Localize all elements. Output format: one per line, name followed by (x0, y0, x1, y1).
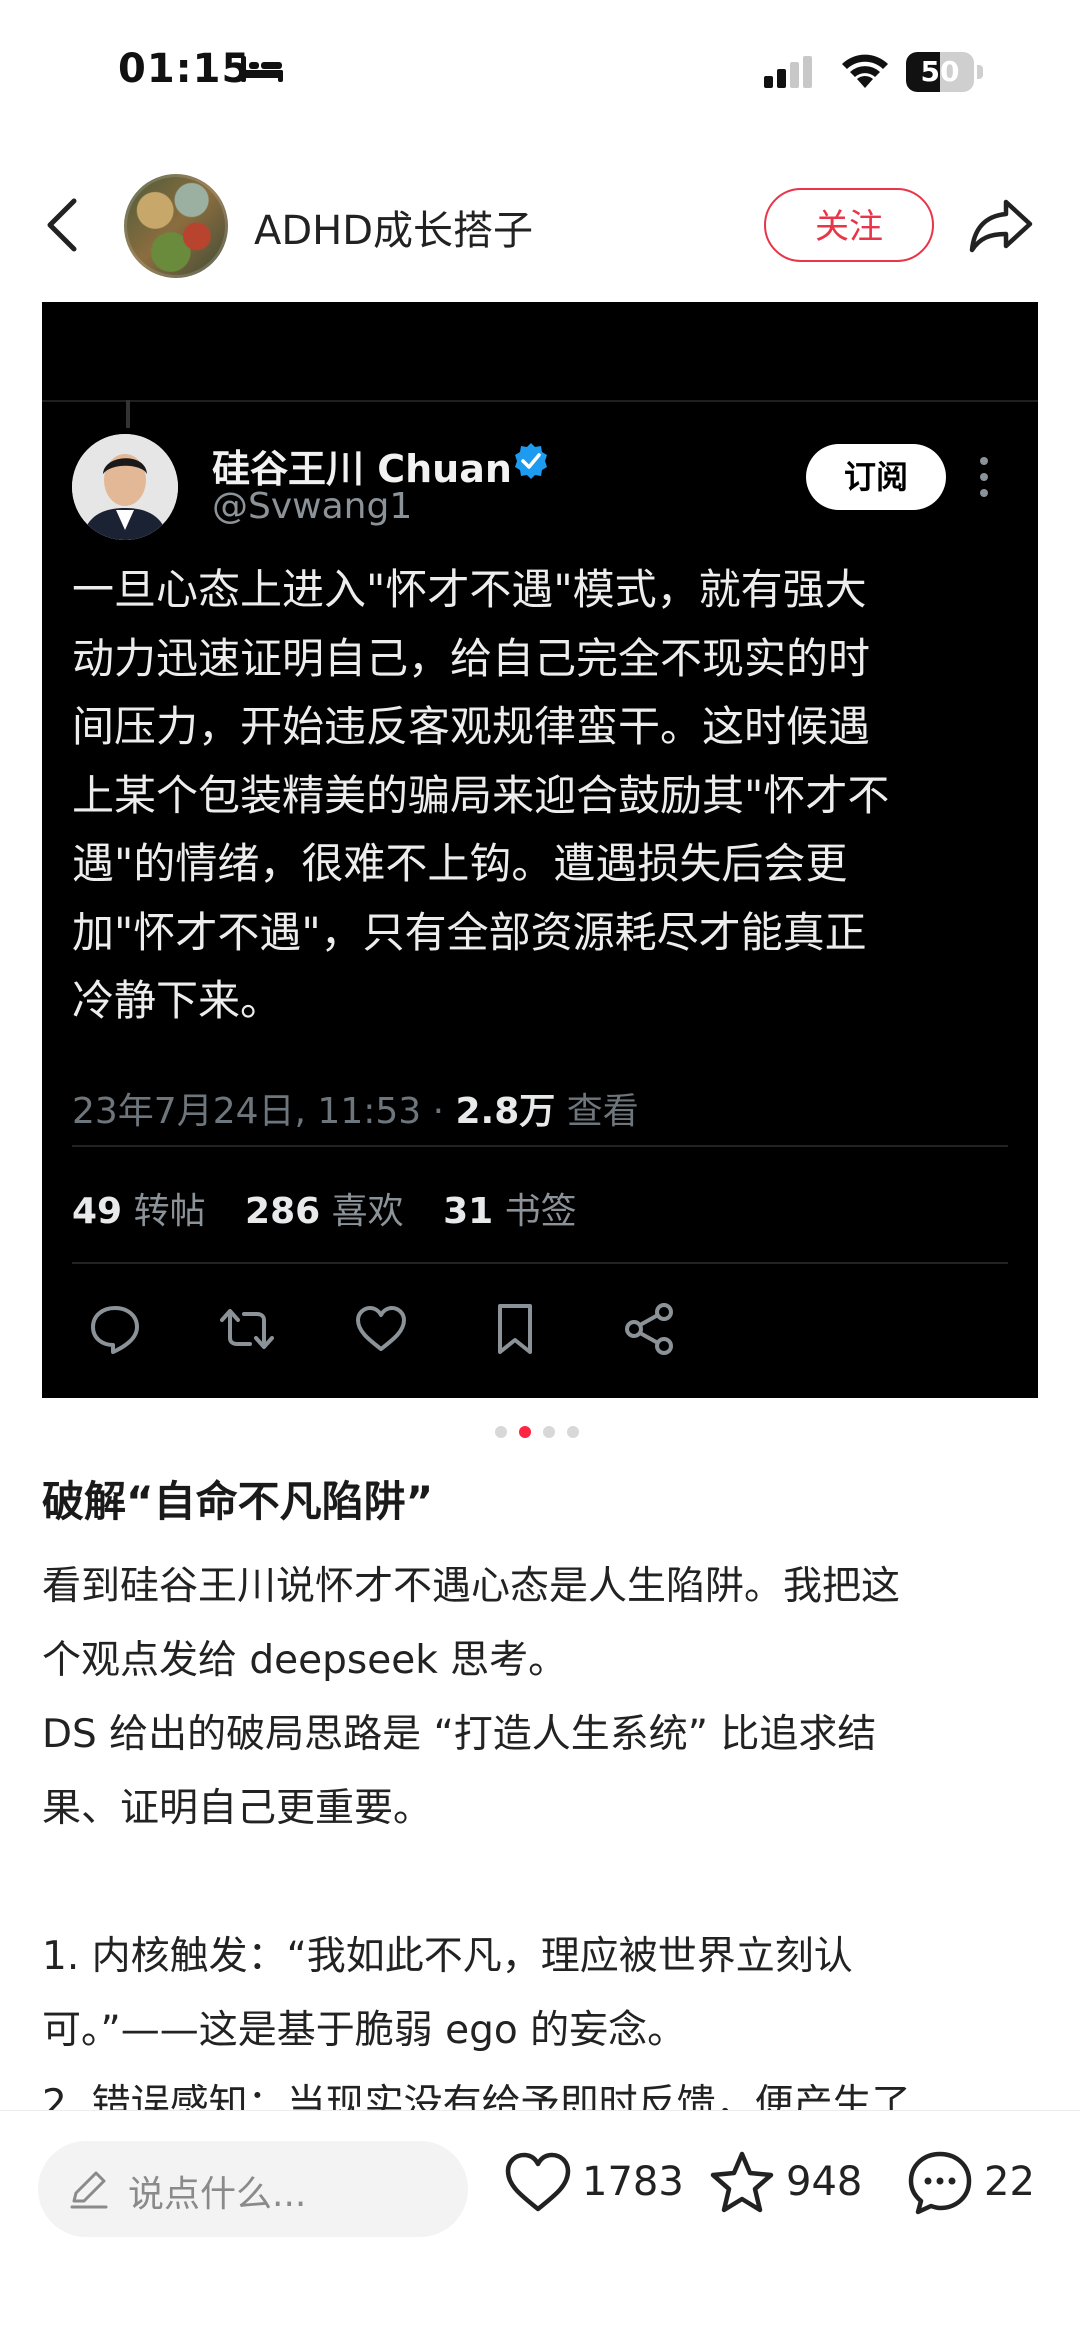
tweet-views-label: 查看 (555, 1091, 639, 1132)
tweet-meta: 23年7月24日, 11:53 · 2.8万 查看 (72, 1082, 639, 1134)
back-arrow-icon[interactable] (40, 195, 86, 255)
note-line: 看到硅谷王川说怀才不遇心态是人生陷阱。我把这 (42, 1564, 901, 1609)
comment-count: 22 (984, 2159, 1035, 2205)
tweet-text: 一旦心态上进入"怀才不遇"模式，就有强大 动力迅速证明自己，给自己完全不现实的时… (72, 556, 1022, 1036)
carousel-dots (495, 1426, 585, 1440)
battery-percent: 50 (920, 55, 960, 88)
note-line: 果、证明自己更重要。 (42, 1786, 433, 1831)
like-count: 286 (245, 1191, 321, 1232)
comment-input[interactable]: 说点什么... (38, 2141, 468, 2237)
pen-icon (70, 2171, 108, 2209)
collect-count: 948 (786, 2159, 863, 2205)
carousel-dot (495, 1426, 507, 1438)
tweet-image[interactable]: 硅谷王川 Chuan @Svwang1 订阅 一旦心态上进入"怀才不遇"模式，就… (42, 302, 1038, 1398)
retweet-icon (220, 1309, 274, 1349)
bookmark-icon (498, 1304, 532, 1354)
cellular-signal-icon (764, 56, 812, 88)
tweet-author-name: 硅谷王川 Chuan (212, 447, 512, 491)
retweet-count: 49 (72, 1191, 123, 1232)
tweet-views: 2.8万 (455, 1091, 556, 1132)
note-line: DS 给出的破局思路是 “打造人生系统” 比追求结 (42, 1712, 877, 1757)
note-line: 个观点发给 deepseek 思考。 (42, 1638, 568, 1683)
sleep-bed-icon (241, 56, 283, 82)
tweet-stats: 49 转帖 286 喜欢 31 书签 (72, 1182, 605, 1234)
note-line (42, 1846, 1042, 1920)
status-time: 01:15 (118, 46, 251, 92)
follow-button[interactable]: 关注 (764, 188, 934, 262)
tweet-line: 动力迅速证明自己，给自己完全不现实的时 (72, 633, 871, 683)
like-heart-icon (356, 1306, 406, 1351)
note-title: 破解“自命不凡陷阱” (42, 1477, 434, 1526)
verified-badge-icon (515, 443, 547, 479)
carousel-dot (543, 1426, 555, 1438)
comment-placeholder: 说点什么... (128, 2174, 307, 2215)
note-header: ADHD成长搭子 关注 (0, 160, 1080, 290)
comment-bubble-icon (908, 2151, 972, 2215)
bookmark-count: 31 (443, 1191, 494, 1232)
wifi-icon (842, 54, 888, 88)
carousel-dot (567, 1426, 579, 1438)
bookmark-label: 书签 (504, 1191, 577, 1232)
tweet-line: 上某个包装精美的骗局来迎合鼓励其"怀才不 (72, 770, 890, 820)
tweet-line: 加"怀才不遇"，只有全部资源耗尽才能真正 (72, 907, 867, 957)
status-bar: 01:15 50 (0, 0, 1080, 140)
like-count-bottom: 1783 (582, 2159, 684, 2205)
tweet-author-avatar (72, 434, 178, 540)
reply-icon (91, 1306, 139, 1354)
battery-indicator: 50 (906, 52, 984, 92)
note-line: 1. 内核触发：“我如此不凡，理应被世界立刻认 (42, 1934, 853, 1979)
note-line: 可。”——这是基于脆弱 ego 的妄念。 (42, 2008, 687, 2053)
more-options-icon (980, 457, 988, 497)
like-label: 喜欢 (331, 1191, 404, 1232)
star-icon (710, 2151, 774, 2213)
tweet-date: 23年7月24日, 11:53 · (72, 1091, 456, 1132)
tweet-line: 遇"的情绪，很难不上钩。遭遇损失后会更 (72, 839, 848, 888)
subscribe-button: 订阅 (806, 444, 946, 510)
tweet-line: 间压力，开始违反客观规律蛮干。这时候遇 (72, 702, 871, 751)
bottom-action-bar: 说点什么... 1783 948 22 (0, 2110, 1080, 2342)
tweet-line: 一旦心态上进入"怀才不遇"模式，就有强大 (72, 565, 867, 614)
share-icon[interactable] (968, 194, 1034, 254)
carousel-dot-active (519, 1426, 531, 1438)
author-avatar[interactable] (124, 174, 228, 278)
tweet-author-handle: @Svwang1 (212, 486, 413, 527)
tweet-line: 冷静下来。 (72, 976, 283, 1025)
retweet-label: 转帖 (133, 1191, 206, 1232)
heart-icon (505, 2152, 571, 2212)
tweet-share-icon (625, 1303, 673, 1355)
author-name[interactable]: ADHD成长搭子 (254, 198, 533, 256)
note-body: 看到硅谷王川说怀才不遇心态是人生陷阱。我把这 个观点发给 deepseek 思考… (42, 1550, 1042, 2142)
